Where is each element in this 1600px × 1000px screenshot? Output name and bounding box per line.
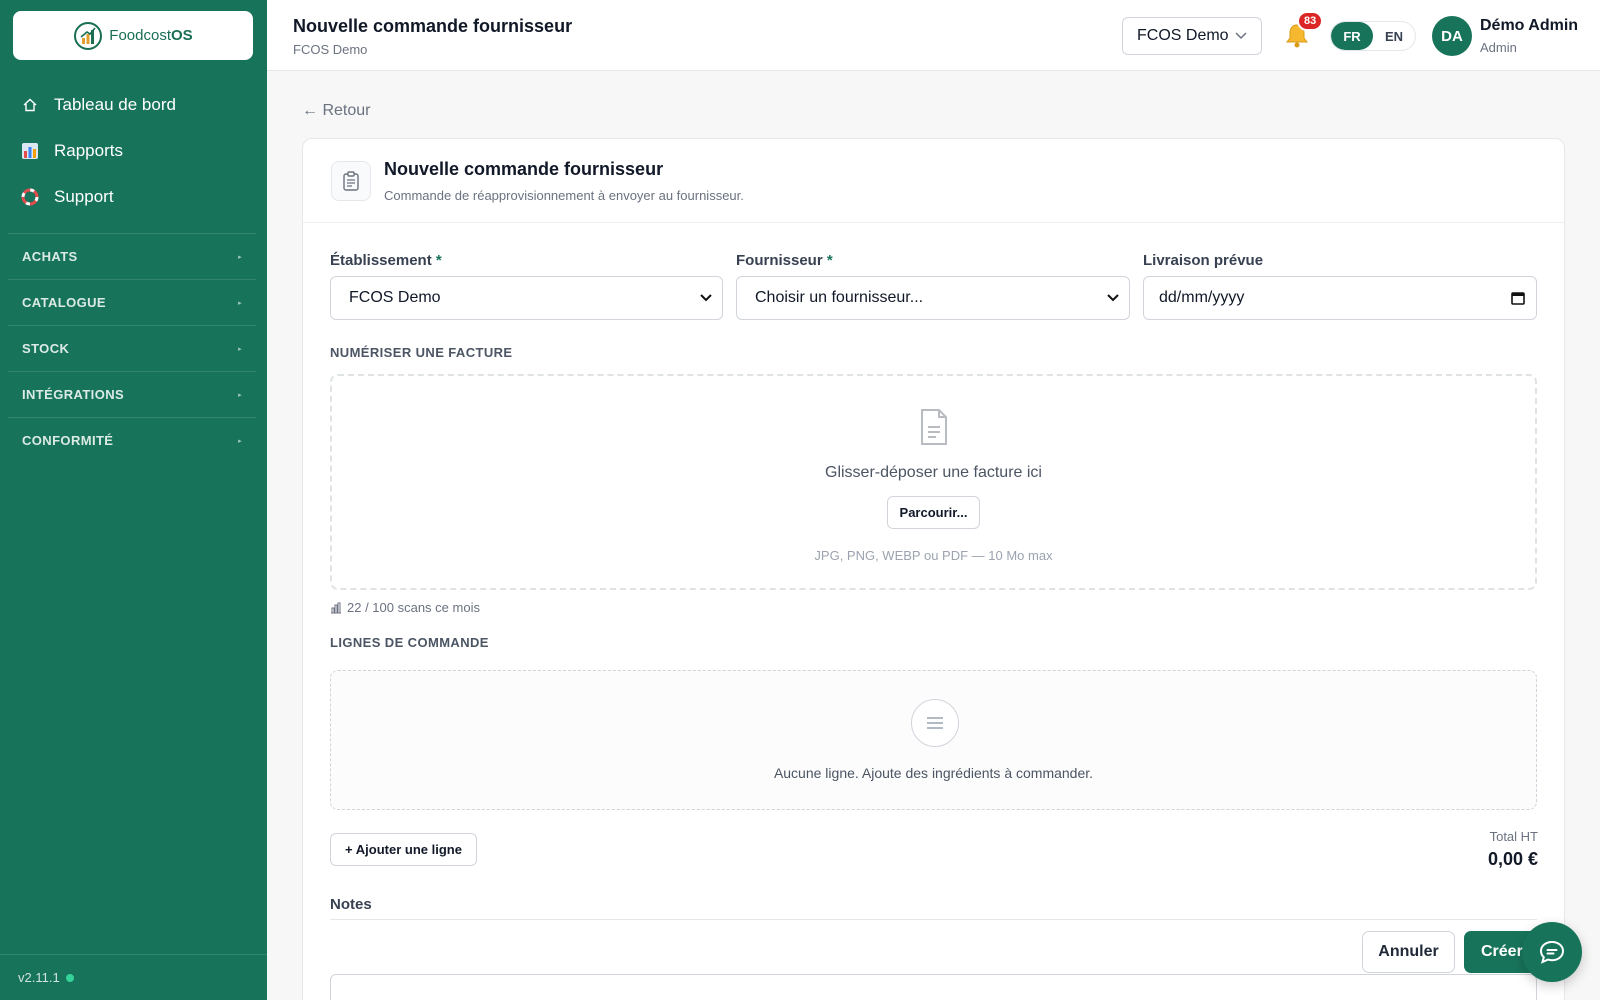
establishment-select[interactable]: FCOS Demo: [330, 276, 723, 320]
supplier-label: Fournisseur *: [736, 252, 833, 269]
chevron-down-icon: [700, 294, 712, 302]
status-dot: [65, 973, 74, 982]
page-subtitle: FCOS Demo: [293, 42, 368, 57]
bar-chart-icon: [20, 141, 40, 161]
page-title: Nouvelle commande fournisseur: [293, 16, 573, 36]
chat-icon: [1539, 940, 1565, 964]
nav-label: Support: [54, 187, 114, 206]
chevron-right-icon: ▸: [238, 253, 242, 261]
order-form-card: Nouvelle commande fournisseur Commande d…: [302, 138, 1565, 1000]
section-conformite[interactable]: CONFORMITÉ ▸: [8, 417, 256, 463]
notification-badge: 83: [1297, 11, 1324, 31]
add-line-button[interactable]: + Ajouter une ligne: [330, 833, 477, 866]
app-logo[interactable]: FoodcostOS: [13, 11, 253, 60]
scan-usage-text: 22 / 100 scans ce mois: [347, 600, 480, 615]
total-label: Total HT: [1489, 829, 1538, 844]
language-toggle: FR EN: [1330, 21, 1416, 51]
user-role: Admin: [1480, 40, 1517, 55]
avatar[interactable]: DA: [1432, 16, 1472, 56]
establishment-value: FCOS Demo: [349, 289, 441, 306]
nav-tableau-de-bord[interactable]: Tableau de bord: [20, 95, 176, 115]
lifebuoy-icon: [20, 187, 40, 207]
dropzone-hint: JPG, PNG, WEBP ou PDF — 10 Mo max: [814, 548, 1053, 563]
nav-support[interactable]: Support: [20, 187, 114, 207]
version-footer: v2.11.1: [0, 954, 267, 1000]
version-label: v2.11.1: [18, 970, 60, 985]
logo-icon: [74, 21, 103, 50]
chevron-right-icon: ▸: [238, 391, 242, 399]
notes-textarea[interactable]: [330, 974, 1537, 1000]
sidebar: FoodcostOS Tableau de bord Rapports Supp…: [0, 0, 267, 1000]
chevron-right-icon: ▸: [238, 437, 242, 445]
chevron-down-icon: [1235, 32, 1247, 40]
logo-text: FoodcostOS: [109, 27, 193, 44]
order-lines-empty: Aucune ligne. Ajoute des ingrédients à c…: [330, 670, 1537, 810]
chevron-right-icon: ▸: [238, 345, 242, 353]
notes-label: Notes: [330, 896, 372, 913]
delivery-date-placeholder: dd/mm/yyyy: [1159, 289, 1245, 306]
nav-rapports[interactable]: Rapports: [20, 141, 123, 161]
scan-usage: 22 / 100 scans ce mois: [330, 600, 480, 615]
scan-section-label: NUMÉRISER UNE FACTURE: [330, 345, 513, 360]
lines-section-label: LIGNES DE COMMANDE: [330, 635, 489, 650]
supplier-value: Choisir un fournisseur...: [755, 289, 924, 306]
calendar-icon[interactable]: [1510, 290, 1526, 306]
clipboard-icon: [331, 161, 371, 201]
card-subtitle: Commande de réapprovisionnement à envoye…: [384, 188, 744, 203]
nav-label: Rapports: [54, 141, 123, 160]
order-lines-empty-text: Aucune ligne. Ajoute des ingrédients à c…: [773, 765, 1094, 781]
home-icon: [20, 95, 40, 115]
delivery-date-field[interactable]: dd/mm/yyyy: [1143, 276, 1537, 320]
card-header: Nouvelle commande fournisseur Commande d…: [303, 139, 1564, 223]
section-stock[interactable]: STOCK ▸: [8, 325, 256, 371]
document-icon: [921, 409, 947, 445]
lang-en-button[interactable]: EN: [1373, 22, 1415, 50]
card-title: Nouvelle commande fournisseur: [384, 159, 664, 179]
supplier-select[interactable]: Choisir un fournisseur...: [736, 276, 1130, 320]
chevron-right-icon: ▸: [238, 299, 242, 307]
section-integrations[interactable]: INTÉGRATIONS ▸: [8, 371, 256, 417]
org-selector[interactable]: FCOS Demo: [1122, 17, 1262, 55]
top-header: Nouvelle commande fournisseur FCOS Demo …: [267, 0, 1600, 71]
list-icon: [911, 699, 959, 747]
chevron-down-icon: [1107, 294, 1119, 302]
divider: [330, 919, 1537, 920]
section-catalogue[interactable]: CATALOGUE ▸: [8, 279, 256, 325]
nav-label: Tableau de bord: [54, 95, 176, 114]
section-achats[interactable]: ACHATS ▸: [8, 233, 256, 279]
establishment-label: Établissement *: [330, 252, 442, 269]
bar-chart-icon: [331, 602, 341, 613]
invoice-dropzone[interactable]: Glisser-déposer une facture ici Parcouri…: [330, 374, 1537, 590]
org-selector-value: FCOS Demo: [1137, 27, 1229, 44]
browse-button[interactable]: Parcourir...: [887, 496, 980, 529]
total-value: 0,00 €: [1487, 849, 1538, 869]
dropzone-text: Glisser-déposer une facture ici: [825, 464, 1042, 481]
user-name: Démo Admin: [1480, 17, 1579, 34]
chat-button[interactable]: [1522, 922, 1582, 982]
back-link[interactable]: ← Retour: [302, 102, 370, 120]
cancel-button[interactable]: Annuler: [1362, 931, 1455, 973]
lang-fr-button[interactable]: FR: [1331, 22, 1373, 50]
delivery-label: Livraison prévue: [1143, 252, 1264, 269]
